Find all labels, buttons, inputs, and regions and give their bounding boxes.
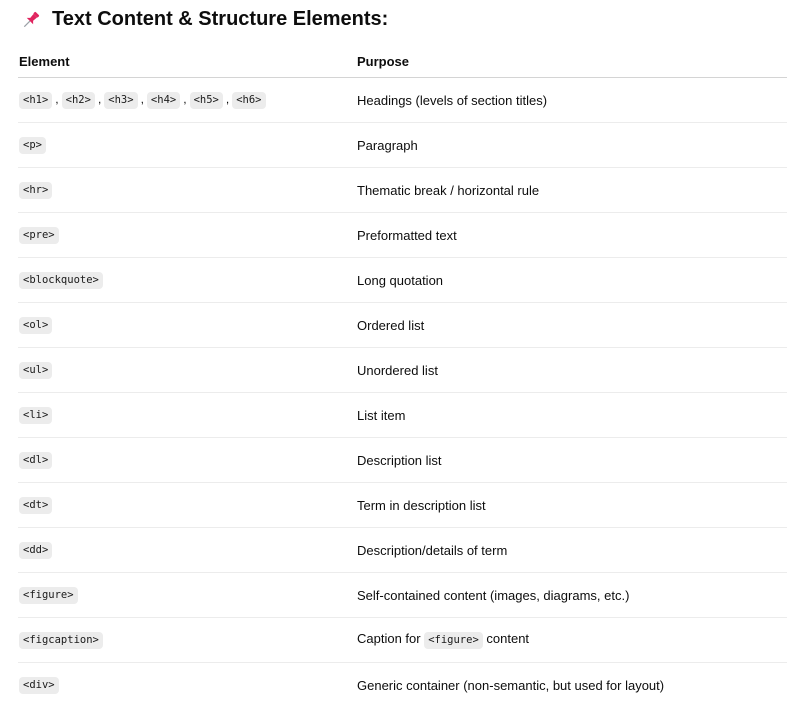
purpose-cell: Ordered list bbox=[356, 302, 787, 348]
purpose-text: Generic container (non-semantic, but use… bbox=[357, 677, 665, 693]
table-row: <dl> Description list bbox=[18, 437, 787, 483]
column-header-purpose: Purpose bbox=[356, 45, 787, 78]
table-row: <dd> Description/details of term bbox=[18, 527, 787, 573]
code-tag: <dt> bbox=[19, 497, 53, 514]
element-cell: <blockquote> bbox=[18, 257, 356, 303]
code-tag: <h5> bbox=[189, 92, 223, 109]
purpose-text: Headings (levels of section titles) bbox=[357, 92, 548, 108]
element-cell: <h1>, <h2>, <h3>, <h4>, <h5>, <h6> bbox=[18, 77, 356, 123]
table-body: <h1>, <h2>, <h3>, <h4>, <h5>, <h6> Headings (l… bbox=[18, 77, 787, 708]
element-cell: <hr> bbox=[18, 167, 356, 213]
code-tag: <h6> bbox=[232, 92, 266, 109]
code-tag: <h2> bbox=[61, 92, 95, 109]
table-row: <figure> Self-contained content (images, … bbox=[18, 572, 787, 618]
purpose-text: Description/details of term bbox=[357, 542, 508, 558]
code-tag: <hr> bbox=[19, 182, 53, 199]
purpose-text: Thematic break / horizontal rule bbox=[357, 182, 540, 198]
purpose-text: Paragraph bbox=[357, 137, 418, 153]
purpose-text: Term in description list bbox=[357, 497, 486, 513]
comma-separator: , bbox=[97, 92, 102, 106]
table-row: <blockquote> Long quotation bbox=[18, 257, 787, 303]
code-tag: <h4> bbox=[146, 92, 181, 109]
element-cell: <pre> bbox=[18, 212, 356, 258]
section-heading: Text Content & Structure Elements: bbox=[20, 8, 388, 31]
purpose-cell: Caption for <figure> content bbox=[356, 617, 787, 663]
code-tag: <ul> bbox=[19, 362, 53, 379]
element-cell: <dd> bbox=[18, 527, 356, 573]
code-tag: <figure> bbox=[19, 587, 78, 604]
purpose-cell: Paragraph bbox=[356, 122, 787, 168]
section-title: Text Content & Structure Elements: bbox=[52, 8, 389, 30]
table-row: <ul> Unordered list bbox=[18, 347, 787, 393]
comma-separator: , bbox=[183, 92, 187, 106]
table-row: <dt> Term in description list bbox=[18, 482, 787, 528]
purpose-text: Caption for bbox=[357, 631, 425, 646]
element-cell: <figure> bbox=[18, 572, 356, 618]
table-row: <hr> Thematic break / horizontal rule bbox=[18, 167, 787, 213]
purpose-cell: Self-contained content (images, diagrams… bbox=[356, 572, 787, 618]
element-cell: <dt> bbox=[18, 482, 356, 528]
table-row: <figcaption> Caption for <figure> content bbox=[18, 617, 787, 663]
column-header-element: Element bbox=[18, 45, 356, 78]
code-tag: <dl> bbox=[19, 452, 53, 469]
table-row: <pre> Preformatted text bbox=[18, 212, 787, 258]
page: Text Content & Structure Elements: Eleme… bbox=[0, 0, 789, 720]
purpose-cell: Description list bbox=[356, 437, 787, 483]
code-tag: <ol> bbox=[19, 317, 53, 334]
comma-separator: , bbox=[225, 92, 230, 106]
table-row: <p> Paragraph bbox=[18, 122, 787, 168]
purpose-cell: Unordered list bbox=[356, 347, 787, 393]
comma-separator: , bbox=[55, 92, 59, 106]
element-cell: <dl> bbox=[18, 437, 356, 483]
elements-table: Element Purpose <h1>, <h2>, <h3>, <h4>, <h5>… bbox=[18, 45, 787, 707]
code-tag: <div> bbox=[19, 677, 59, 694]
purpose-cell: List item bbox=[356, 392, 787, 438]
purpose-text: Self-contained content (images, diagrams… bbox=[357, 587, 630, 603]
code-tag: <h1> bbox=[19, 92, 53, 109]
table-row: <li> List item bbox=[18, 392, 787, 438]
purpose-text: List item bbox=[357, 407, 406, 423]
code-tag: <blockquote> bbox=[19, 272, 103, 289]
table-row: <h1>, <h2>, <h3>, <h4>, <h5>, <h6> Headings (l… bbox=[18, 77, 787, 123]
purpose-cell: Term in description list bbox=[356, 482, 787, 528]
element-cell: <p> bbox=[18, 122, 356, 168]
code-tag: <figure> bbox=[424, 632, 483, 649]
comma-separator: , bbox=[140, 92, 144, 106]
code-tag: <figcaption> bbox=[19, 632, 103, 649]
code-tag: <p> bbox=[19, 137, 46, 154]
element-cell: <ul> bbox=[18, 347, 356, 393]
code-tag: <h3> bbox=[104, 92, 138, 109]
code-tag: <li> bbox=[19, 407, 53, 424]
pushpin-icon bbox=[20, 9, 42, 31]
code-tag: <dd> bbox=[19, 542, 53, 559]
purpose-text: Preformatted text bbox=[357, 227, 457, 243]
element-cell: <ol> bbox=[18, 302, 356, 348]
element-cell: <div> bbox=[18, 663, 356, 708]
table-row: <div> Generic container (non-semantic, bu… bbox=[18, 663, 787, 708]
table-row: <ol> Ordered list bbox=[18, 302, 787, 348]
purpose-text: content bbox=[482, 631, 530, 646]
element-cell: <figcaption> bbox=[18, 617, 356, 663]
table-header-row: Element Purpose bbox=[18, 45, 787, 78]
purpose-cell: Thematic break / horizontal rule bbox=[356, 167, 787, 213]
purpose-cell: Headings (levels of section titles) bbox=[356, 77, 787, 123]
purpose-text: Long quotation bbox=[357, 272, 444, 288]
purpose-text: Unordered list bbox=[357, 362, 438, 378]
purpose-text: Description list bbox=[357, 452, 442, 468]
purpose-text: Ordered list bbox=[357, 317, 425, 333]
purpose-cell: Long quotation bbox=[356, 257, 787, 303]
code-tag: <pre> bbox=[19, 227, 59, 244]
purpose-cell: Preformatted text bbox=[356, 212, 787, 258]
purpose-cell: Description/details of term bbox=[356, 527, 787, 573]
element-cell: <li> bbox=[18, 392, 356, 438]
purpose-cell: Generic container (non-semantic, but use… bbox=[356, 663, 787, 708]
